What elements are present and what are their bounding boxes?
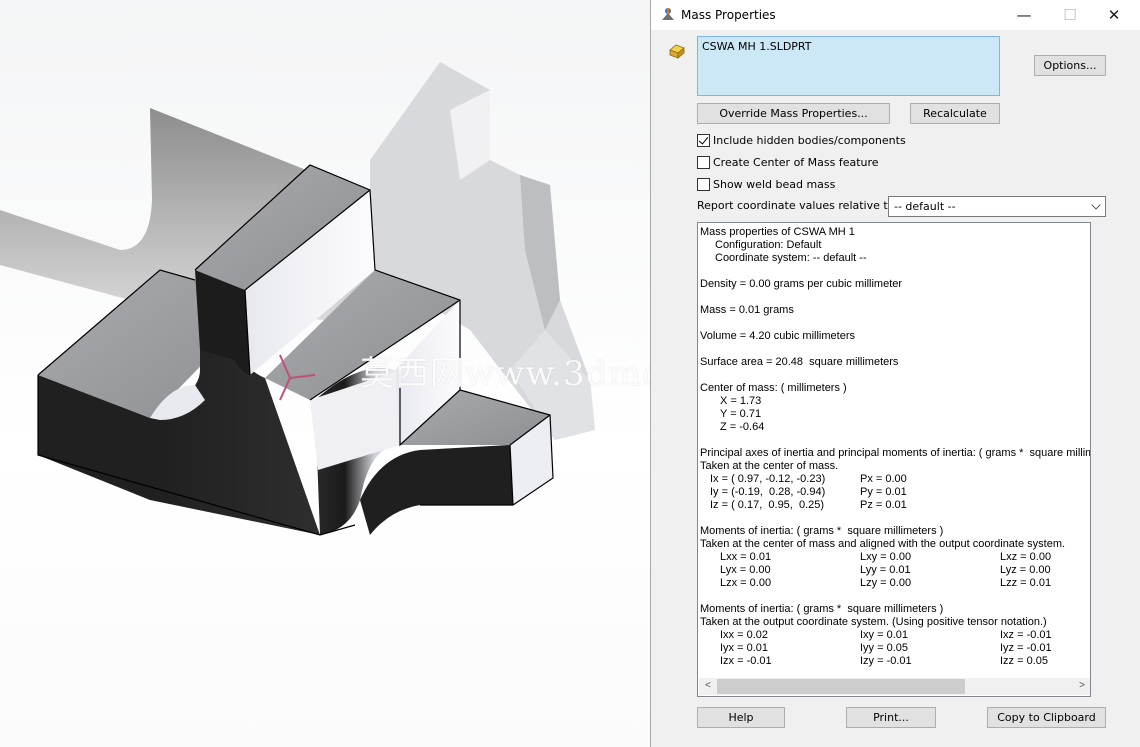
dialog-title: Mass Properties [681,8,776,22]
help-button[interactable]: Help [697,707,785,728]
scroll-thumb[interactable] [717,679,965,694]
moi-lxx: Lxx = 0.01 [720,551,772,563]
show-weld-checkbox[interactable]: Show weld bead mass [697,176,835,192]
moi-lyy: Lyy = 0.01 [860,564,911,576]
principal-iy: Iy = (-0.19, 0.28, -0.94) [710,486,826,498]
moi-izz: Izz = 0.05 [1000,655,1049,667]
horizontal-scrollbar[interactable]: < > [699,678,1090,695]
moi-ixz: Ixz = -0.01 [1000,629,1052,641]
include-hidden-label: Include hidden bodies/components [713,133,906,147]
results-config: Configuration: Default [715,239,822,251]
checkbox-unchecked-icon[interactable] [697,177,710,191]
principal-py: Py = 0.01 [860,486,907,498]
moi-iyy: Iyy = 0.05 [860,642,909,654]
moi-lxz: Lxz = 0.00 [1000,551,1052,563]
moi-iyx: Iyx = 0.01 [720,642,769,654]
moi-iyz: Iyz = -0.01 [1000,642,1052,654]
include-hidden-checkbox[interactable]: Include hidden bodies/components [697,132,906,148]
principal-pz: Pz = 0.01 [860,499,907,511]
principal-px: Px = 0.00 [860,473,907,485]
moi-output-title: Moments of inertia: ( grams * square mil… [700,603,944,615]
moi-lzx: Lzx = 0.00 [720,577,772,589]
scroll-right-icon[interactable]: > [1076,680,1088,692]
checkbox-unchecked-icon[interactable] [697,155,710,169]
results-content: Mass properties of CSWA MH 1 Configurati… [700,226,1091,681]
coordinate-label: Report coordinate values relative to: [697,199,899,212]
surface-area-line: Surface area = 20.48 square millimeters [700,356,899,368]
close-button[interactable]: ✕ [1091,0,1137,30]
recalculate-button[interactable]: Recalculate [910,103,1000,124]
results-textbox[interactable]: Mass properties of CSWA MH 1 Configurati… [697,222,1091,697]
chevron-down-icon [1091,200,1101,210]
moi-izy: Izy = -0.01 [860,655,912,667]
graphics-viewport[interactable]: 莫西网www.3dmox.com [0,0,650,747]
close-icon: ✕ [1107,6,1121,24]
create-com-checkbox[interactable]: Create Center of Mass feature [697,154,879,170]
selected-items-list[interactable]: CSWA MH 1.SLDPRT [697,36,1000,96]
mass-properties-dialog: Mass Properties — ☐ ✕ CSWA MH 1.SLDPRT O… [650,0,1140,747]
moi-lyz: Lyz = 0.00 [1000,564,1051,576]
principal-ix: Ix = ( 0.97, -0.12, -0.23) [710,473,826,485]
principal-axes-sub: Taken at the center of mass. [700,460,839,472]
minimize-icon: — [1016,6,1032,24]
results-coordsys: Coordinate system: -- default -- [715,252,867,264]
moi-com-title: Moments of inertia: ( grams * square mil… [700,525,944,537]
part-icon [669,44,685,59]
show-weld-label: Show weld bead mass [713,177,836,191]
moi-izx: Izx = -0.01 [720,655,772,667]
watermark-text: 莫西网www.3dmox.com [360,354,650,394]
checkbox-checked-icon[interactable] [697,133,710,147]
coordinate-system-select[interactable]: -- default -- [888,196,1106,217]
com-z: Z = -0.64 [720,421,765,433]
com-y: Y = 0.71 [720,408,762,420]
title-bar[interactable]: Mass Properties — ☐ ✕ [651,0,1140,30]
mass-properties-icon [662,8,674,20]
override-mass-properties-button[interactable]: Override Mass Properties... [697,103,890,124]
selected-file[interactable]: CSWA MH 1.SLDPRT [702,40,812,53]
principal-axes-title: Principal axes of inertia and principal … [700,447,1091,459]
moi-lzy: Lzy = 0.00 [860,577,912,589]
copy-to-clipboard-button[interactable]: Copy to Clipboard [987,707,1106,728]
center-of-mass-title: Center of mass: ( millimeters ) [700,382,847,394]
com-x: X = 1.73 [720,395,762,407]
moi-com-sub: Taken at the center of mass and aligned … [700,538,1066,550]
moi-ixx: Ixx = 0.02 [720,629,769,641]
results-header: Mass properties of CSWA MH 1 [700,226,855,238]
scroll-left-icon[interactable]: < [702,680,714,692]
moi-output-sub: Taken at the output coordinate system. (… [700,616,1047,628]
moi-lyx: Lyx = 0.00 [720,564,771,576]
moi-lzz: Lzz = 0.01 [1000,577,1052,589]
moi-ixy: Ixy = 0.01 [860,629,909,641]
maximize-button: ☐ [1047,0,1093,30]
density-line: Density = 0.00 grams per cubic millimete… [700,278,903,290]
coordinate-system-value: -- default -- [894,200,956,213]
options-button[interactable]: Options... [1034,55,1106,76]
maximize-icon: ☐ [1063,6,1077,24]
minimize-button[interactable]: — [1001,0,1047,30]
print-button[interactable]: Print... [846,707,936,728]
create-com-label: Create Center of Mass feature [713,155,879,169]
mass-line: Mass = 0.01 grams [700,304,794,316]
moi-lxy: Lxy = 0.00 [860,551,912,563]
principal-iz: Iz = ( 0.17, 0.95, 0.25) [710,499,825,511]
volume-line: Volume = 4.20 cubic millimeters [700,330,855,342]
